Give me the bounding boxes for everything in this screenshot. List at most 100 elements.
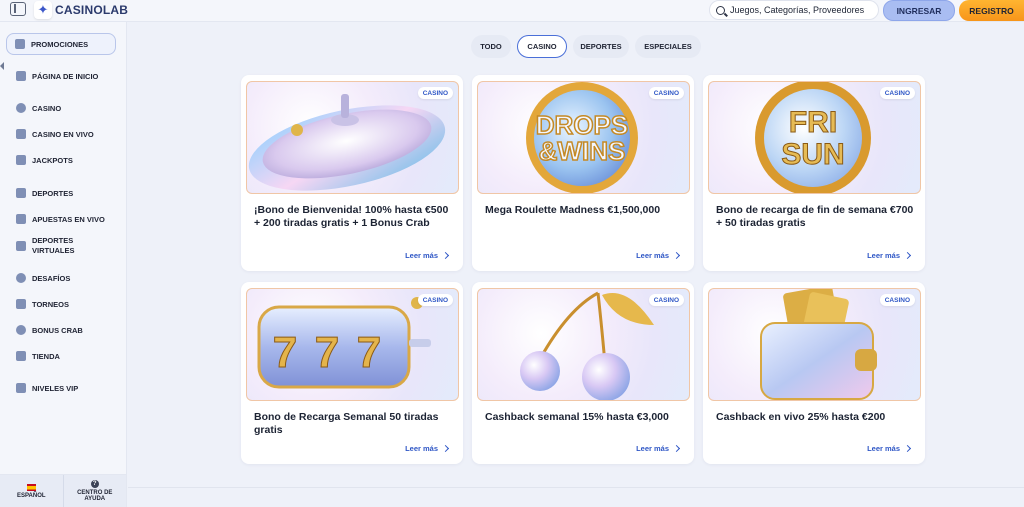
promo-card[interactable]: CASINO Cashback semanal 15% hasta €3,000… bbox=[472, 282, 694, 464]
logo-text: CASINOLAB bbox=[55, 3, 129, 17]
sidebar-item-torneos[interactable]: TORNEOS bbox=[8, 294, 116, 314]
promo-card[interactable]: CASINO Cashback en vivo 25% hasta €200 L… bbox=[703, 282, 925, 464]
chevron-right-icon bbox=[672, 444, 681, 453]
chevron-right-icon bbox=[441, 444, 450, 453]
sidebar-item-label: CASINO EN VIVO bbox=[32, 129, 94, 139]
sidebar-item-inicio[interactable]: PÁGINA DE INICIO bbox=[8, 66, 116, 86]
tab-especiales[interactable]: ESPECIALES bbox=[635, 35, 701, 58]
sidebar-item-label: JACKPOTS bbox=[32, 155, 73, 165]
vip-crown-icon bbox=[16, 383, 26, 393]
sports-icon bbox=[16, 188, 26, 198]
roulette-wheel-image: CASINO bbox=[246, 81, 459, 194]
sidebar-item-label: PÁGINA DE INICIO bbox=[32, 71, 99, 81]
sidebar-item-label: CASINO bbox=[32, 103, 62, 113]
search-box[interactable] bbox=[709, 0, 879, 20]
tab-deportes[interactable]: DEPORTES bbox=[573, 35, 629, 58]
read-more-label: Leer más bbox=[867, 251, 900, 260]
sidebar-item-tienda[interactable]: TIENDA bbox=[8, 346, 116, 366]
sidebar-item-apuestas-en-vivo[interactable]: APUESTAS EN VIVO bbox=[8, 209, 116, 229]
read-more-label: Leer más bbox=[636, 251, 669, 260]
jackpot-icon bbox=[16, 155, 26, 165]
read-more-link[interactable]: Leer más bbox=[867, 444, 912, 453]
collapse-caret-icon[interactable] bbox=[0, 62, 4, 70]
category-badge: CASINO bbox=[417, 294, 453, 306]
slot-reels-image: 7 7 7 CASINO bbox=[246, 288, 459, 401]
crab-icon bbox=[16, 325, 26, 335]
sidebar-footer: ESPAÑOL ? CENTRO DE AYUDA bbox=[0, 474, 126, 507]
category-badge: CASINO bbox=[879, 294, 915, 306]
read-more-label: Leer más bbox=[405, 251, 438, 260]
sidebar-item-niveles-vip[interactable]: NIVELES VIP bbox=[8, 378, 116, 398]
sidebar-item-label: BONUS CRAB bbox=[32, 325, 83, 335]
read-more-link[interactable]: Leer más bbox=[636, 444, 681, 453]
promo-title: Bono de Recarga Semanal 50 tiradas grati… bbox=[254, 411, 439, 437]
sidebar: PROMOCIONES PÁGINA DE INICIO CASINO CASI… bbox=[0, 22, 127, 507]
art-seven-glyph: 7 bbox=[315, 328, 339, 377]
top-bar: ✦ CASINOLAB INGRESAR REGISTRO bbox=[0, 0, 1024, 22]
home-icon bbox=[16, 71, 26, 81]
chevron-right-icon bbox=[903, 444, 912, 453]
language-selector[interactable]: ESPAÑOL bbox=[0, 475, 63, 507]
promo-card[interactable]: 7 7 7 CASINO Bono de Recarga Semanal 50 … bbox=[241, 282, 463, 464]
sidebar-item-label: TIENDA bbox=[32, 351, 60, 361]
promo-title: Bono de recarga de fin de semana €700 + … bbox=[716, 204, 914, 230]
sidebar-item-casino-en-vivo[interactable]: CASINO EN VIVO bbox=[8, 124, 116, 144]
drops-wins-image: DROPS &WINS CASINO bbox=[477, 81, 690, 194]
promo-title: Mega Roulette Madness €1,500,000 bbox=[485, 204, 661, 216]
sidebar-item-deportes-virtuales[interactable]: DEPORTES VIRTUALES bbox=[8, 232, 116, 260]
help-label: CENTRO DE AYUDA bbox=[77, 490, 113, 502]
category-badge: CASINO bbox=[648, 87, 684, 99]
spain-flag-icon bbox=[26, 483, 36, 491]
chevron-right-icon bbox=[903, 251, 912, 260]
register-button[interactable]: REGISTRO bbox=[959, 0, 1024, 21]
promo-card[interactable]: FRI SUN CASINO Bono de recarga de fin de… bbox=[703, 75, 925, 271]
wallet-image: CASINO bbox=[708, 288, 921, 401]
tab-casino[interactable]: CASINO bbox=[517, 35, 567, 58]
challenges-icon bbox=[16, 273, 26, 283]
sidebar-item-jackpots[interactable]: JACKPOTS bbox=[8, 150, 116, 170]
chevron-right-icon bbox=[672, 251, 681, 260]
chevron-right-icon bbox=[441, 251, 450, 260]
read-more-label: Leer más bbox=[405, 444, 438, 453]
sidebar-item-promociones[interactable]: PROMOCIONES bbox=[6, 33, 116, 55]
sidebar-item-desafios[interactable]: DESAFÍOS bbox=[8, 268, 116, 288]
read-more-label: Leer más bbox=[867, 444, 900, 453]
footer-divider bbox=[128, 487, 1024, 488]
tab-todo[interactable]: TODO bbox=[471, 35, 511, 58]
category-badge: CASINO bbox=[879, 87, 915, 99]
search-icon bbox=[716, 5, 725, 15]
category-badge: CASINO bbox=[417, 87, 453, 99]
promo-card[interactable]: DROPS &WINS CASINO Mega Roulette Madness… bbox=[472, 75, 694, 271]
login-button[interactable]: INGRESAR bbox=[883, 0, 955, 21]
search-input[interactable] bbox=[730, 5, 875, 15]
help-center-link[interactable]: ? CENTRO DE AYUDA bbox=[62, 475, 127, 507]
read-more-link[interactable]: Leer más bbox=[405, 444, 450, 453]
sidebar-item-label: APUESTAS EN VIVO bbox=[32, 214, 105, 224]
sidebar-item-label: DESAFÍOS bbox=[32, 273, 71, 283]
promo-card[interactable]: CASINO ¡Bono de Bienvenida! 100% hasta €… bbox=[241, 75, 463, 271]
cherries-image: CASINO bbox=[477, 288, 690, 401]
read-more-link[interactable]: Leer más bbox=[636, 251, 681, 260]
sidebar-item-label: DEPORTES bbox=[32, 188, 74, 198]
art-seven-glyph: 7 bbox=[273, 328, 297, 377]
sidebar-item-deportes[interactable]: DEPORTES bbox=[8, 183, 116, 203]
live-casino-icon bbox=[16, 129, 26, 139]
sidebar-item-bonus-crab[interactable]: BONUS CRAB bbox=[8, 320, 116, 340]
virtual-sports-icon bbox=[16, 241, 26, 251]
promo-filter-tabs: TODO CASINO DEPORTES ESPECIALES bbox=[471, 35, 701, 58]
shop-icon bbox=[16, 351, 26, 361]
read-more-link[interactable]: Leer más bbox=[867, 251, 912, 260]
sidebar-item-label: DEPORTES VIRTUALES bbox=[32, 236, 75, 255]
promotions-icon bbox=[15, 39, 25, 49]
art-wins-text: &WINS bbox=[539, 136, 626, 166]
promo-title: Cashback semanal 15% hasta €3,000 bbox=[485, 411, 669, 423]
promo-title: Cashback en vivo 25% hasta €200 bbox=[716, 411, 886, 423]
logo[interactable]: ✦ CASINOLAB bbox=[34, 1, 128, 19]
read-more-link[interactable]: Leer más bbox=[405, 251, 450, 260]
sidebar-item-casino[interactable]: CASINO bbox=[8, 98, 116, 118]
art-sun-text: SUN bbox=[781, 138, 844, 171]
language-label: ESPAÑOL bbox=[16, 492, 46, 499]
art-seven-glyph: 7 bbox=[357, 328, 381, 377]
sidebar-toggle-icon[interactable] bbox=[10, 2, 26, 16]
sidebar-item-label: PROMOCIONES bbox=[31, 39, 89, 49]
